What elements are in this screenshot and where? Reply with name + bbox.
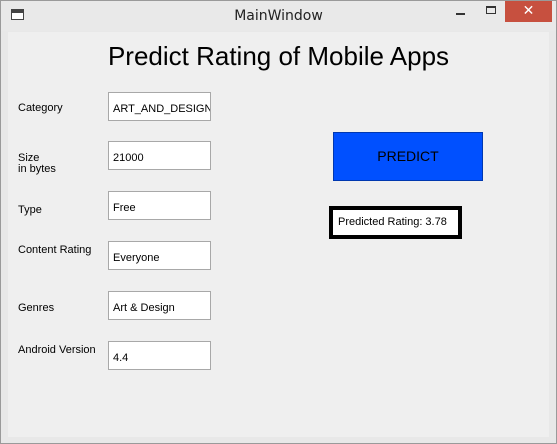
main-window: MainWindow ✕ Predict Rating of Mobile Ap…: [0, 0, 557, 444]
predicted-rating-output: Predicted Rating: 3.78: [329, 206, 462, 239]
maximize-button[interactable]: [479, 1, 505, 22]
minimize-button[interactable]: [443, 1, 479, 22]
type-label: Type: [18, 204, 42, 216]
category-label: Category: [18, 102, 63, 114]
genres-label: Genres: [18, 302, 55, 314]
content-rating-field[interactable]: [108, 241, 211, 270]
size-field[interactable]: [108, 141, 211, 170]
size-label: Size in bytes: [18, 152, 56, 175]
close-button[interactable]: ✕: [505, 1, 552, 22]
predict-button[interactable]: PREDICT: [333, 132, 483, 181]
close-icon: ✕: [522, 3, 535, 19]
title-bar[interactable]: MainWindow ✕: [1, 1, 556, 31]
form-area: Predict Rating of Mobile Apps Category S…: [8, 32, 549, 437]
type-field[interactable]: [108, 191, 211, 220]
genres-field[interactable]: [108, 291, 211, 320]
page-title: Predict Rating of Mobile Apps: [107, 41, 450, 71]
category-field[interactable]: [108, 92, 211, 121]
content-rating-label: Content Rating: [18, 244, 92, 256]
android-version-field[interactable]: [108, 341, 211, 370]
android-version-label: Android Version: [18, 344, 96, 356]
